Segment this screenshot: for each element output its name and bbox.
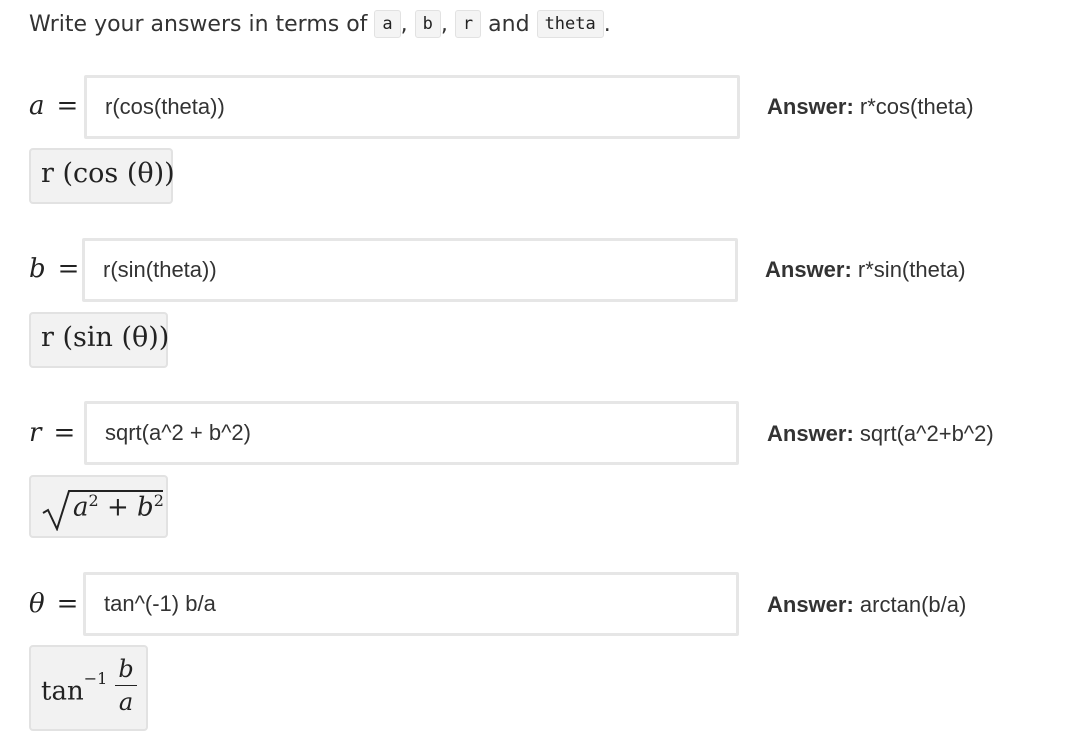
var-r-label: r: [29, 418, 42, 448]
equals-sign: =: [53, 418, 76, 448]
input-r-wrapper: [84, 401, 739, 465]
input-b-wrapper: [82, 238, 738, 302]
answer-r-value: sqrt(a^2+b^2): [859, 421, 994, 446]
answer-b: Answer: r*sin(theta): [765, 257, 966, 283]
comma: ,: [440, 12, 448, 37]
answer-b-label: Answer:: [765, 257, 852, 282]
equals-sign: =: [57, 254, 80, 284]
fraction-bar: [115, 685, 137, 686]
fraction: b a: [115, 655, 137, 716]
var-theta-code: theta: [536, 10, 604, 38]
input-b[interactable]: [85, 241, 735, 299]
label-a: a =: [29, 91, 78, 121]
answer-theta-value: arctan(b/a): [859, 592, 967, 617]
var-r-code: r: [454, 10, 482, 38]
var-b-label: b: [29, 254, 46, 284]
answer-b-value: r*sin(theta): [857, 257, 966, 282]
answer-theta: Answer: arctan(b/a): [767, 592, 966, 618]
preview-a-math: r (cos (θ)): [41, 158, 175, 189]
radicand: a2 + b2: [73, 491, 164, 523]
preview-b-math: r (sin (θ)): [41, 322, 170, 353]
preview-a: r (cos (θ)): [29, 148, 175, 204]
var-a-label: a: [29, 91, 45, 121]
input-a[interactable]: [87, 78, 737, 136]
var-a-code: a: [374, 10, 401, 38]
answer-r-label: Answer:: [767, 421, 854, 446]
answer-theta-label: Answer:: [767, 592, 854, 617]
denominator: a: [118, 688, 134, 716]
answer-a-value: r*cos(theta): [859, 94, 974, 119]
label-r: r =: [29, 418, 75, 448]
answer-r: Answer: sqrt(a^2+b^2): [767, 421, 994, 447]
radicand-a: a: [73, 492, 89, 523]
equals-sign: =: [56, 589, 79, 619]
comma: ,: [400, 12, 408, 37]
equals-sign: =: [56, 91, 79, 121]
answer-a: Answer: r*cos(theta): [767, 94, 974, 120]
plus-sign: +: [106, 492, 129, 523]
numerator: b: [118, 655, 134, 683]
radicand-b: b: [137, 492, 154, 523]
preview-theta-func: tan−1: [41, 669, 107, 707]
preview-r: a2 + b2: [29, 475, 168, 538]
and-text: and: [488, 12, 530, 37]
input-r[interactable]: [87, 404, 736, 462]
period: .: [603, 12, 611, 37]
exponent: 2: [153, 491, 164, 510]
input-theta[interactable]: [86, 575, 736, 633]
var-theta-label: θ: [29, 589, 45, 619]
inverse-exponent: −1: [83, 669, 108, 688]
exponent: 2: [88, 491, 99, 510]
input-theta-wrapper: [83, 572, 739, 636]
answer-a-label: Answer:: [767, 94, 854, 119]
instructions: Write your answers in terms of a, b, r a…: [29, 8, 611, 42]
preview-theta: tan−1 b a: [29, 645, 148, 731]
instructions-text: Write your answers in terms of: [29, 12, 368, 37]
label-b: b =: [29, 254, 79, 284]
input-a-wrapper: [84, 75, 740, 139]
preview-b: r (sin (θ)): [29, 312, 170, 368]
label-theta: θ =: [29, 589, 78, 619]
var-b-code: b: [414, 10, 441, 38]
tan-func: tan: [41, 676, 84, 707]
